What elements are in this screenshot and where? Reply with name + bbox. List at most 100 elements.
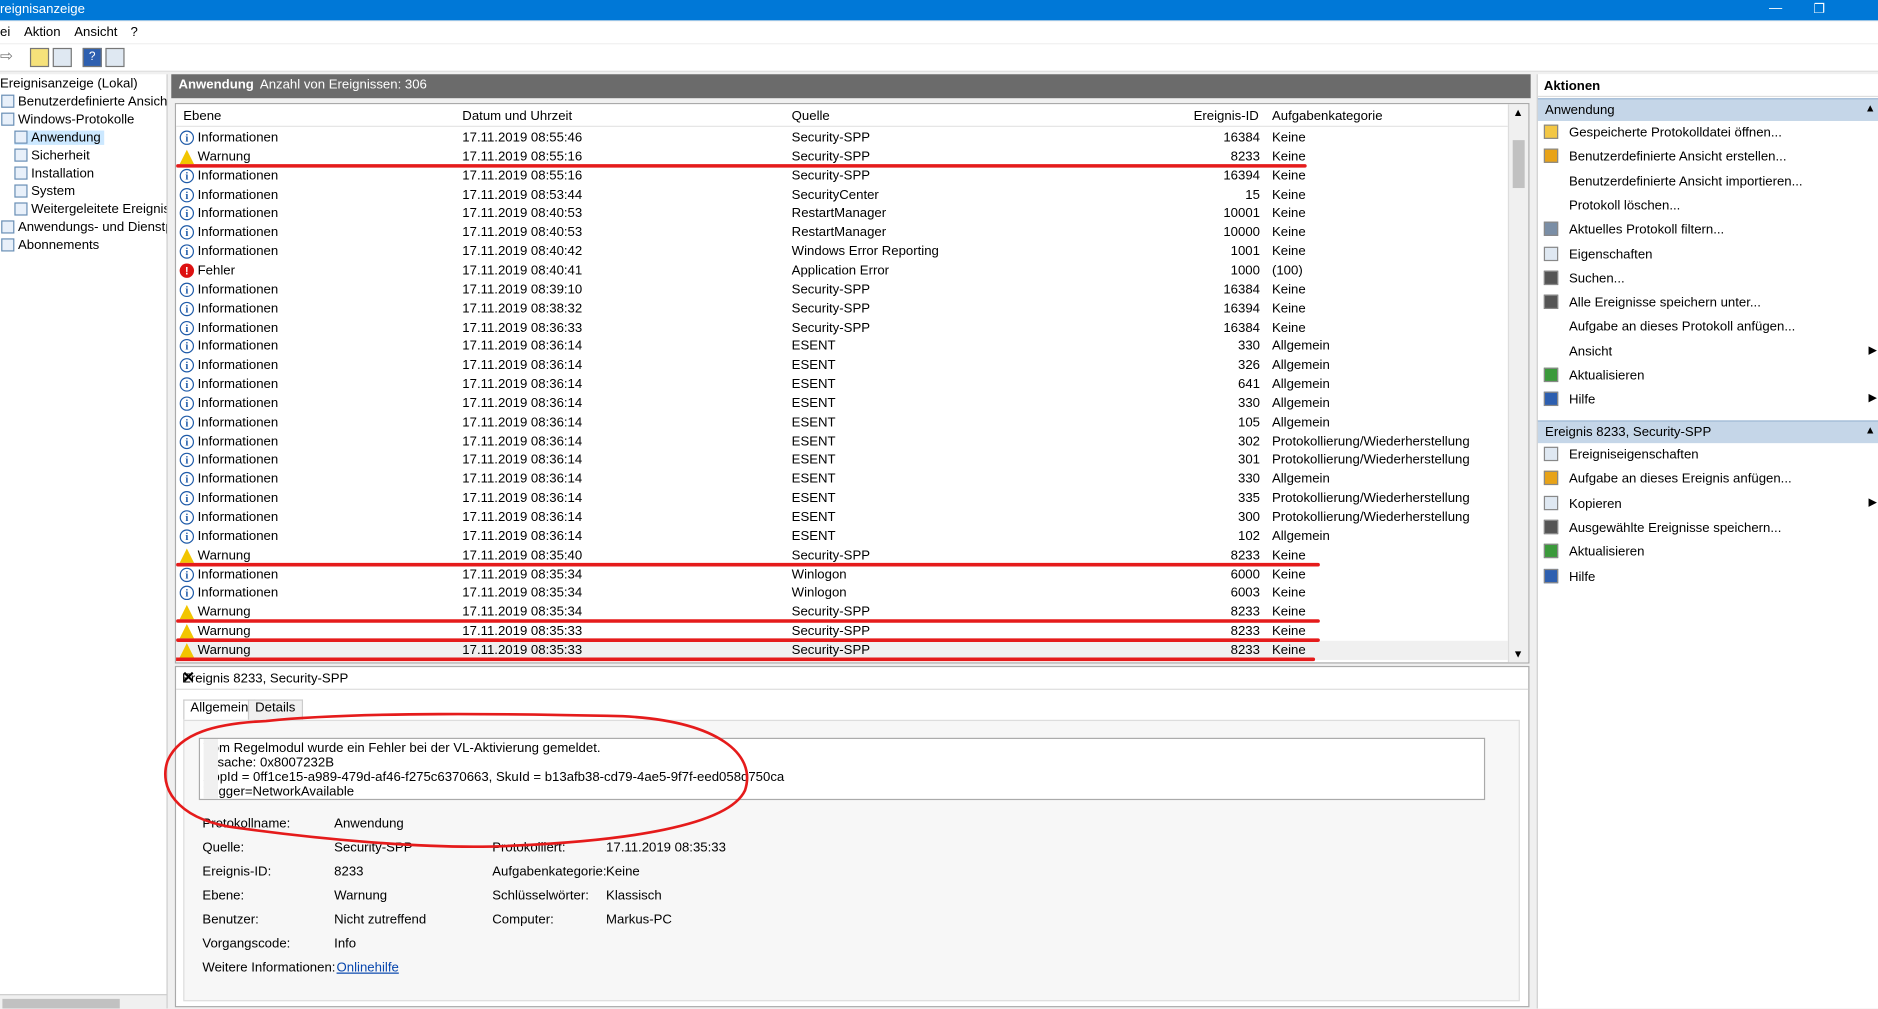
column-source[interactable]: Quelle	[792, 109, 830, 123]
panel-title: Anwendung	[178, 77, 254, 93]
menu-bar: ei Aktion Ansicht ?	[0, 21, 1878, 44]
action-item[interactable]: Hilfe ▶	[1538, 390, 1878, 412]
event-id-cell: 6003	[1230, 586, 1260, 601]
online-help-link[interactable]: Onlinehilfe	[337, 961, 399, 975]
show-tree-icon[interactable]	[52, 47, 72, 68]
folder-up-icon[interactable]	[29, 47, 50, 68]
minimize-button[interactable]: —	[1769, 1, 1782, 15]
table-row[interactable]: i Informationen 17.11.2019 08:55:46 Securit…	[176, 128, 1508, 147]
table-row[interactable]: i Informationen 17.11.2019 08:40:53 Restart…	[176, 204, 1508, 223]
tree-item-security[interactable]: Sicherheit	[14, 148, 90, 163]
column-task-category[interactable]: Aufgabenkategorie	[1272, 109, 1383, 123]
tree-item-subscriptions[interactable]: Abonnements	[1, 238, 99, 253]
information-icon: i	[179, 415, 195, 430]
actions-section-event[interactable]: Ereignis 8233, Security-SPP ▲	[1537, 420, 1878, 444]
event-id-cell: 8233	[1230, 548, 1260, 563]
table-row[interactable]: i Informationen 17.11.2019 08:39:10 Securit…	[176, 280, 1508, 299]
action-item[interactable]: Aufgabe an dieses Protokoll anfügen...	[1538, 317, 1878, 339]
table-row[interactable]: i Informationen 17.11.2019 08:53:44 Securit…	[176, 185, 1508, 204]
menu-file[interactable]: ei	[0, 25, 10, 39]
collapse-icon[interactable]: ▲	[1865, 102, 1876, 114]
level-cell: Informationen	[197, 377, 279, 392]
log-name-value: Anwendung	[334, 816, 404, 832]
table-row[interactable]: i Informationen 17.11.2019 08:36:14 ESENT 33…	[176, 337, 1508, 356]
table-row[interactable]: i Informationen 17.11.2019 08:35:34 Winlogo…	[176, 565, 1508, 584]
action-item[interactable]: Suchen...	[1538, 268, 1878, 290]
table-row[interactable]: i Informationen 17.11.2019 08:40:42 Windows…	[176, 242, 1508, 261]
table-row[interactable]: i Informationen 17.11.2019 08:36:14 ESENT 33…	[176, 394, 1508, 413]
actions-section-log[interactable]: Anwendung ▲	[1537, 98, 1878, 121]
table-row[interactable]: i Informationen 17.11.2019 08:36:14 ESENT 33…	[176, 489, 1508, 508]
forward-arrow-icon[interactable]: ⇨	[0, 47, 13, 66]
scrollbar-thumb[interactable]	[1512, 140, 1525, 189]
table-row[interactable]: i Informationen 17.11.2019 08:36:14 ESENT 30…	[176, 508, 1508, 527]
table-row[interactable]: i Informationen 17.11.2019 08:36:14 ESENT 33…	[176, 470, 1508, 489]
column-level[interactable]: Ebene	[183, 109, 221, 123]
tree-item-system[interactable]: System	[14, 184, 75, 199]
action-item[interactable]: Aktualisieren	[1538, 365, 1878, 387]
table-row[interactable]: i Informationen 17.11.2019 08:36:33 Securit…	[176, 318, 1508, 337]
red-underline	[176, 619, 1320, 623]
action-pane-icon[interactable]	[105, 47, 125, 68]
message-scrollbar[interactable]	[203, 738, 218, 799]
logged-value: 17.11.2019 08:35:33	[606, 840, 726, 856]
action-item[interactable]: Aktualisieren	[1538, 542, 1878, 564]
column-event-id[interactable]: Ereignis-ID	[1194, 109, 1259, 123]
table-row[interactable]: i Informationen 17.11.2019 08:40:53 Restart…	[176, 223, 1508, 242]
tree-horizontal-scrollbar[interactable]	[0, 994, 167, 1009]
action-item[interactable]: Ereigniseigenschaften	[1538, 444, 1878, 466]
action-label: Ausgewählte Ereignisse speichern...	[1568, 520, 1782, 536]
event-detail-pane: Ereignis 8233, Security-SPP ✕ Allgemein …	[174, 665, 1530, 1008]
menu-view[interactable]: Ansicht	[74, 25, 117, 39]
tree-item-setup[interactable]: Installation	[14, 166, 94, 181]
tree-item-application[interactable]: Anwendung	[14, 130, 105, 145]
close-icon[interactable]: ✕	[182, 668, 1519, 687]
table-row[interactable]: i Informationen 17.11.2019 08:38:32 Securit…	[176, 299, 1508, 318]
menu-action[interactable]: Aktion	[24, 25, 61, 39]
table-row[interactable]: i Informationen 17.11.2019 08:36:14 ESENT 10…	[176, 527, 1508, 546]
action-item[interactable]: Gespeicherte Protokolldatei öffnen...	[1538, 122, 1878, 144]
maximize-button[interactable]: ❐	[1813, 1, 1825, 16]
table-row[interactable]: i Informationen 17.11.2019 08:55:16 Securit…	[176, 166, 1508, 185]
action-item[interactable]: Benutzerdefinierte Ansicht erstellen...	[1538, 146, 1878, 168]
table-row[interactable]: i Informationen 17.11.2019 08:36:14 ESENT 30…	[176, 451, 1508, 470]
tree-item-custom-views[interactable]: Benutzerdefinierte Ansichten	[1, 94, 166, 109]
category-cell: Allgemein	[1271, 377, 1330, 392]
message-line: Trigger=NetworkAvailable	[203, 784, 355, 799]
action-item[interactable]: Benutzerdefinierte Ansicht importieren..…	[1538, 171, 1878, 193]
help-icon[interactable]: ?	[82, 47, 102, 68]
tab-details[interactable]: Details	[247, 699, 303, 720]
collapse-icon[interactable]: ▲	[1865, 424, 1876, 436]
tree-item-app-service-logs[interactable]: Anwendungs- und Dienstprotokolle	[1, 220, 166, 235]
tab-general[interactable]: Allgemein	[183, 699, 256, 720]
event-message[interactable]: Vom Regelmodul wurde ein Fehler bei der …	[198, 737, 1486, 801]
action-item[interactable]: Aufgabe an dieses Ereignis anfügen...	[1538, 469, 1878, 491]
action-item[interactable]: Ansicht ▶	[1538, 341, 1878, 363]
table-row[interactable]: i Informationen 17.11.2019 08:36:14 ESENT 30…	[176, 432, 1508, 451]
action-item[interactable]: Protokoll löschen...	[1538, 195, 1878, 217]
scroll-up-icon[interactable]: ▲	[1513, 107, 1524, 119]
table-row[interactable]: i Informationen 17.11.2019 08:35:34 Winlogo…	[176, 584, 1508, 603]
task-category-value: Keine	[606, 864, 640, 880]
event-list-scrollbar[interactable]: ▲ ▼	[1507, 104, 1529, 663]
information-icon: i	[179, 187, 195, 202]
column-datetime[interactable]: Datum und Uhrzeit	[462, 109, 572, 123]
source-cell: Windows Error Reporting	[791, 244, 939, 259]
scrollbar-thumb[interactable]	[2, 998, 120, 1009]
action-item[interactable]: Ausgewählte Ereignisse speichern...	[1538, 517, 1878, 539]
tree-item-root[interactable]: Ereignisanzeige (Lokal)	[0, 77, 138, 91]
scroll-down-icon[interactable]: ▼	[1513, 648, 1524, 660]
action-item[interactable]: Kopieren ▶	[1538, 493, 1878, 515]
action-item[interactable]: Aktuelles Protokoll filtern...	[1538, 219, 1878, 241]
action-item[interactable]: Eigenschaften	[1538, 244, 1878, 266]
table-row[interactable]: i Informationen 17.11.2019 08:36:14 ESENT 10…	[176, 413, 1508, 432]
information-icon: i	[179, 567, 195, 582]
table-row[interactable]: i Informationen 17.11.2019 08:36:14 ESENT 32…	[176, 356, 1508, 375]
table-row[interactable]: ! Fehler 17.11.2019 08:40:41 Application Er…	[176, 261, 1508, 280]
action-item[interactable]: Hilfe	[1538, 566, 1878, 588]
action-item[interactable]: Alle Ereignisse speichern unter...	[1538, 292, 1878, 314]
tree-item-windows-logs[interactable]: Windows-Protokolle	[1, 112, 134, 127]
table-row[interactable]: i Informationen 17.11.2019 08:36:14 ESENT 64…	[176, 375, 1508, 394]
menu-help[interactable]: ?	[131, 25, 138, 39]
tree-item-forwarded[interactable]: Weitergeleitete Ereignisse	[14, 202, 166, 217]
